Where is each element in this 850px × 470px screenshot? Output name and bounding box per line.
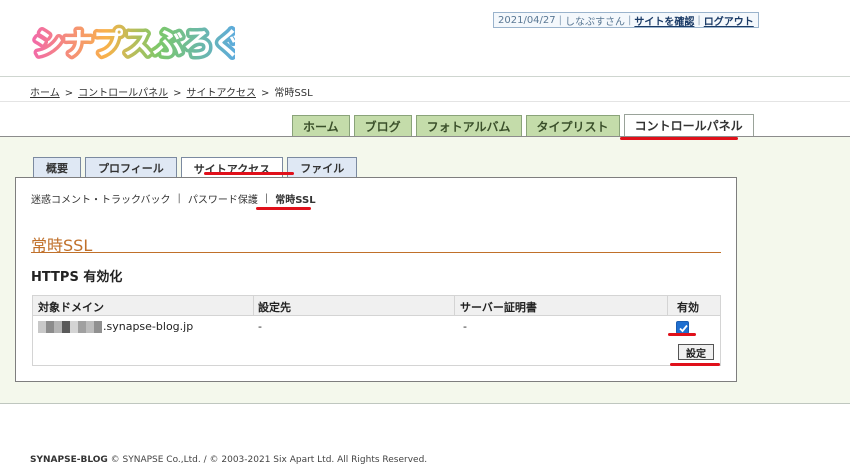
main-tabs: ホーム ブログ フォトアルバム タイプリスト コントロールパネル <box>292 114 754 136</box>
separator: | <box>558 14 563 26</box>
sub-tabs: 概要 プロフィール サイトアクセス ファイル <box>33 157 358 179</box>
header-domain: 対象ドメイン <box>38 301 104 314</box>
breadcrumb: ホーム > コントロールパネル > サイトアクセス > 常時SSL <box>30 88 313 99</box>
highlight-mark <box>256 207 311 210</box>
tab-overview[interactable]: 概要 <box>33 157 81 178</box>
logo-graphic: シナプスぶろぐ <box>30 24 247 66</box>
tab-home[interactable]: ホーム <box>292 115 350 136</box>
subnav-password-protect[interactable]: パスワード保護 <box>188 191 258 206</box>
current-date: 2021/04/27 <box>498 14 556 26</box>
tab-blog[interactable]: ブログ <box>353 115 412 136</box>
divider <box>0 101 850 102</box>
breadcrumb-home[interactable]: ホーム <box>30 88 60 99</box>
subnav-always-ssl: 常時SSL <box>275 195 316 206</box>
settings-button[interactable]: 設定 <box>678 344 714 360</box>
sub-navigation: 迷惑コメント・トラックバック | パスワード保護 | 常時SSL <box>31 191 316 206</box>
subnav-spam-comment[interactable]: 迷惑コメント・トラックバック <box>31 191 171 206</box>
svg-text:シナプスぶろぐ: シナプスぶろぐ <box>33 27 235 62</box>
breadcrumb-site-access[interactable]: サイトアクセス <box>186 88 256 99</box>
footer-brand: SYNAPSE-BLOG <box>30 455 108 465</box>
breadcrumb-current: 常時SSL <box>274 88 313 99</box>
divider <box>0 76 850 77</box>
footer: SYNAPSE-BLOG © SYNAPSE Co.,Ltd. / © 2003… <box>30 455 427 465</box>
section-title: HTTPS 有効化 <box>31 270 123 285</box>
separator: | <box>697 14 701 26</box>
footer-copyright: © SYNAPSE Co.,Ltd. / © 2003-2021 Six Apa… <box>107 455 428 465</box>
highlight-mark <box>204 172 294 175</box>
tab-control-panel[interactable]: コントロールパネル <box>623 114 754 136</box>
highlight-mark <box>620 137 738 140</box>
user-info-bar: 2021/04/27 | しなぷすさん | サイトを確認 | ログアウト <box>493 12 759 28</box>
table-header <box>33 296 720 316</box>
tab-profile[interactable]: プロフィール <box>85 157 177 178</box>
certificate-value: - <box>463 320 467 333</box>
breadcrumb-control-panel[interactable]: コントロールパネル <box>78 88 168 99</box>
ssl-table: 対象ドメイン 設定先 サーバー証明書 有効 .synapse-blog.jp -… <box>32 295 721 366</box>
tab-file[interactable]: ファイル <box>287 157 358 178</box>
domain-value: .synapse-blog.jp <box>103 320 194 333</box>
tab-photo-album[interactable]: フォトアルバム <box>415 115 522 136</box>
redacted-subdomain <box>38 321 102 333</box>
highlight-mark <box>668 333 696 336</box>
user-name: しなぷすさん <box>565 16 626 28</box>
title-underline <box>31 252 721 253</box>
header-target: 設定先 <box>258 301 291 314</box>
header-enabled: 有効 <box>677 301 699 314</box>
logout-link[interactable]: ログアウト <box>704 13 754 28</box>
target-value: - <box>258 320 262 333</box>
tab-site-access[interactable]: サイトアクセス <box>180 157 284 179</box>
check-site-link[interactable]: サイトを確認 <box>634 13 694 28</box>
site-logo[interactable]: シナプスぶろぐ <box>30 20 247 66</box>
separator: | <box>628 14 632 26</box>
header-certificate: サーバー証明書 <box>460 301 537 314</box>
highlight-mark <box>670 363 720 366</box>
tab-typelist[interactable]: タイプリスト <box>525 115 620 136</box>
